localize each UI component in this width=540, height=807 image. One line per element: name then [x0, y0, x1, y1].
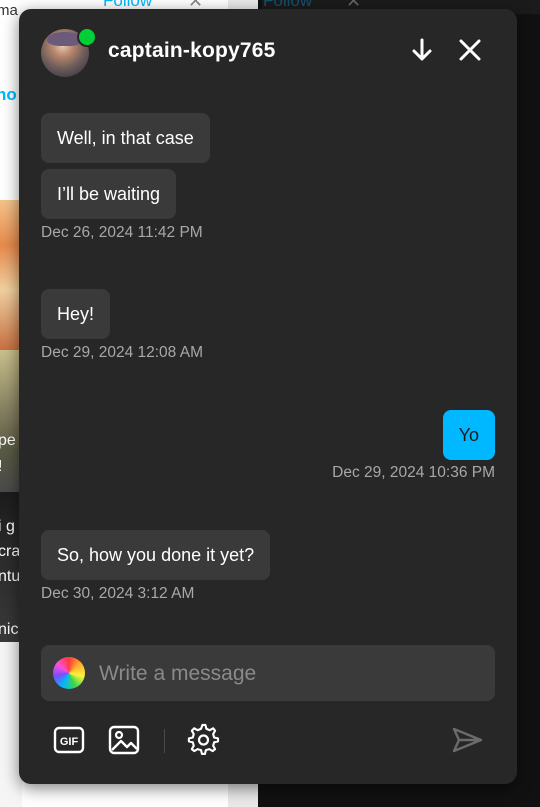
gif-icon: GIF — [53, 726, 85, 754]
message-timestamp: Dec 26, 2024 11:42 PM — [41, 224, 203, 241]
chat-window: captain-kopy765 Well, in that case I’ll … — [19, 9, 517, 784]
background-text-fragment: cra — [0, 543, 21, 560]
message-bubble[interactable]: Well, in that case — [41, 113, 210, 163]
send-icon — [452, 727, 483, 753]
message-timestamp: Dec 30, 2024 3:12 AM — [41, 585, 195, 602]
background-text-fragment: ntu — [0, 568, 21, 585]
image-upload-button[interactable] — [107, 723, 141, 757]
close-chat-button[interactable] — [455, 35, 485, 65]
background-text-fragment: ! — [0, 458, 2, 476]
rainbow-avatar-icon[interactable] — [53, 657, 85, 689]
background-text-fragment: pe — [0, 432, 16, 449]
message-timestamp: Dec 29, 2024 10:36 PM — [332, 464, 495, 481]
minimize-button[interactable] — [407, 35, 437, 65]
background-text-fragment: i g — [0, 518, 15, 535]
toolbar-divider — [164, 729, 165, 753]
message-bubble[interactable]: I’ll be waiting — [41, 169, 177, 219]
message-timestamp: Dec 29, 2024 12:08 AM — [41, 344, 204, 361]
online-status-dot — [77, 27, 97, 47]
chat-username[interactable]: captain-kopy765 — [108, 39, 276, 63]
background-text-fragment: nic — [0, 621, 19, 638]
message-bubble[interactable]: Hey! — [41, 289, 111, 339]
close-icon — [459, 39, 481, 61]
message-input[interactable] — [97, 645, 481, 703]
chat-header: captain-kopy765 — [19, 9, 517, 93]
message-bubble-own[interactable]: Yo — [442, 410, 495, 460]
gif-button[interactable]: GIF — [52, 723, 86, 757]
message-composer — [41, 645, 495, 703]
message-bubble[interactable]: So, how you done it yet? — [41, 530, 271, 580]
image-icon — [108, 725, 140, 755]
settings-button[interactable] — [186, 723, 220, 757]
send-button[interactable] — [450, 723, 484, 757]
arrow-down-icon — [412, 38, 432, 61]
background-link-fragment[interactable]: ho — [0, 85, 17, 105]
gif-icon-label: GIF — [60, 736, 79, 748]
background-text-fragment: ma — [0, 2, 18, 19]
gear-icon — [187, 723, 220, 756]
